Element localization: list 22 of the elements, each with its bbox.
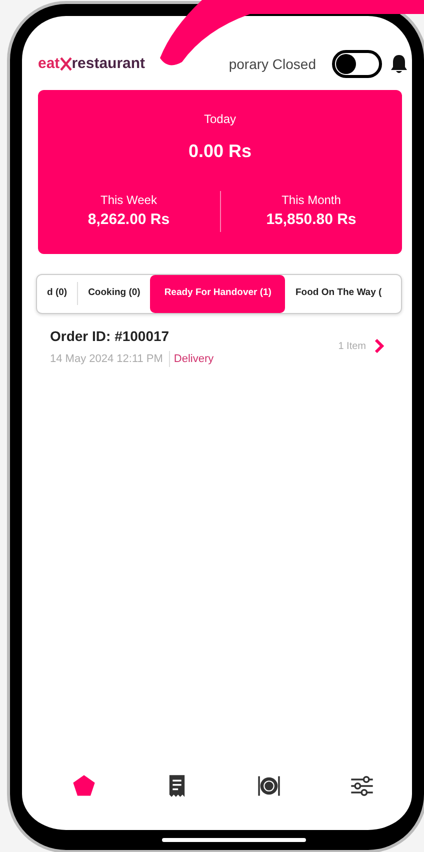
logo-text: restaurant [72,54,146,74]
sliders-icon [348,773,375,799]
stat-label: This Week [100,192,158,209]
logo-text: eat [38,54,60,74]
cross-logo-icon [60,57,72,71]
stat-value: 8,262.00 Rs [86,210,171,230]
toggle-switch[interactable] [332,50,382,78]
item-count: 1 Item [338,340,366,354]
stat-value: 15,850.80 Rs [265,210,358,230]
status-tab[interactable]: Ready For Handover (1) [150,274,286,312]
order-id: Order ID: #100017 [50,326,170,346]
home-icon [71,773,98,799]
status-label: porary Closed [228,54,316,74]
status-tab[interactable]: d (0) [37,274,78,312]
today-value: 0.00 Rs [187,140,253,163]
stat-label: This Month [280,192,342,209]
status-tab[interactable]: Food On The Way ( [285,282,392,305]
order-type: Delivery [168,350,214,367]
bell-icon[interactable] [390,53,408,75]
chevron-right-icon[interactable] [374,339,384,354]
today-label: Today [202,111,238,128]
order-date: 14 May 2024 12:11 PM [50,352,163,366]
